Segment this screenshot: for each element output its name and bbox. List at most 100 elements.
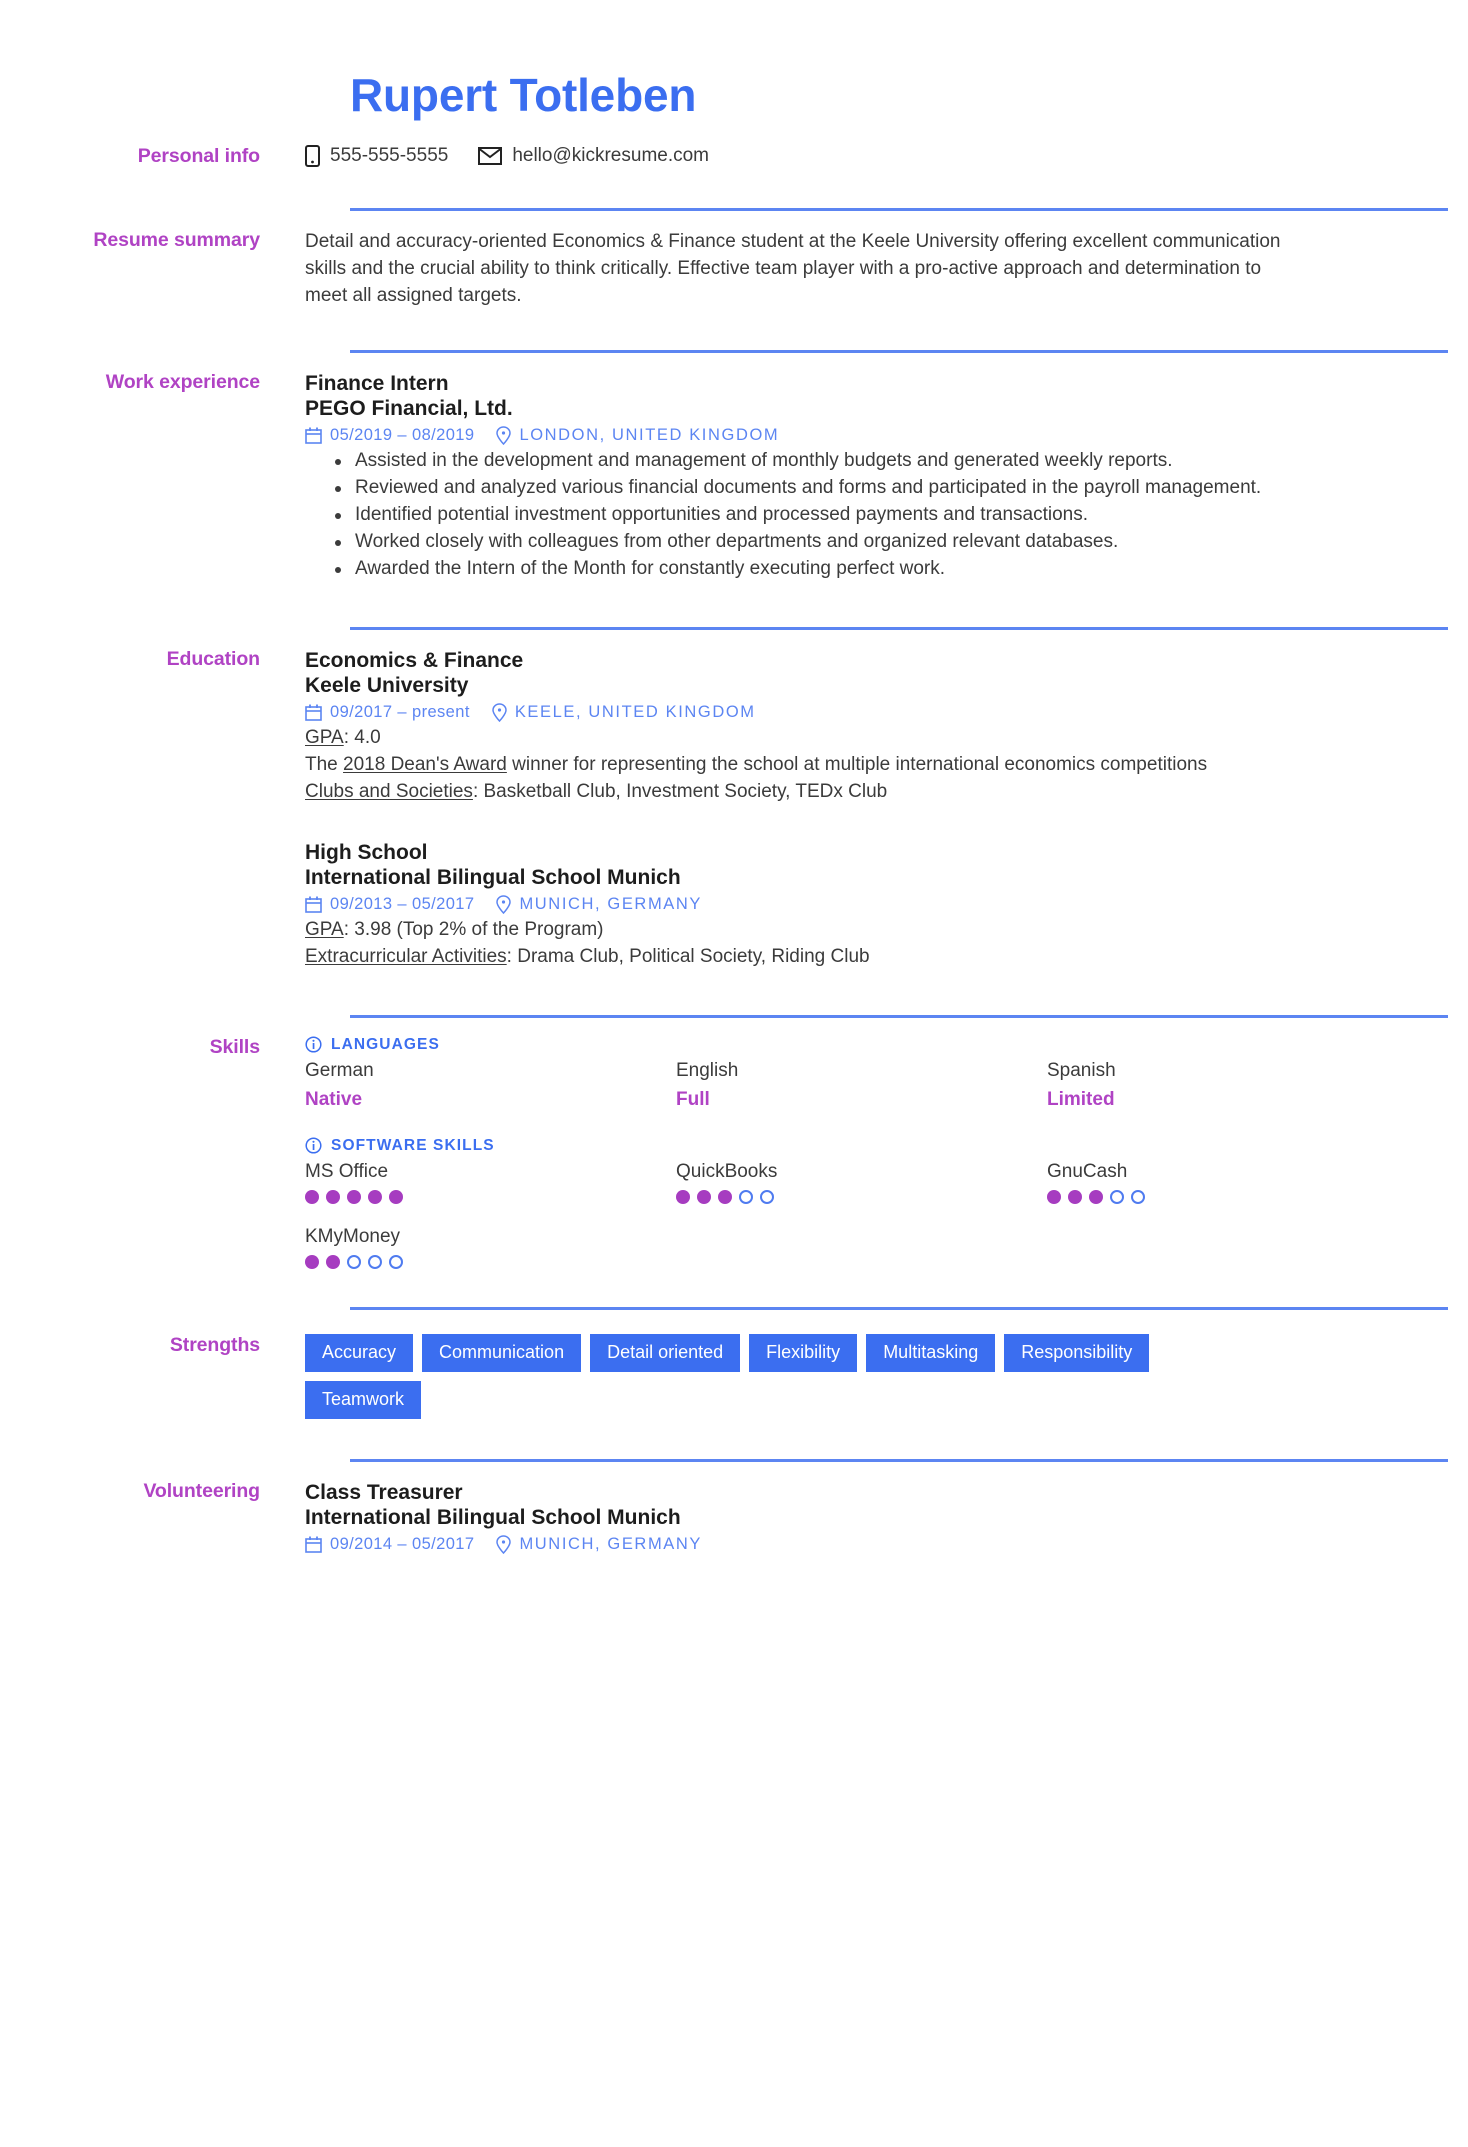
calendar-icon <box>305 427 322 444</box>
email-contact[interactable]: hello@kickresume.com <box>478 145 709 167</box>
section-label-personal-info: Personal info <box>137 144 260 167</box>
section-work-experience: Work experience Finance Intern PEGO Fina… <box>0 371 1468 587</box>
strength-tag[interactable]: Communication <box>422 1333 582 1372</box>
info-icon[interactable] <box>305 1036 322 1053</box>
extracurricular-label: Extracurricular Activities <box>305 945 507 967</box>
software-skill-item: GnuCash <box>1047 1161 1418 1204</box>
clubs-line: Clubs and Societies: Basketball Club, In… <box>305 779 1418 806</box>
volunteer-location: MUNICH, GERMANY <box>519 1535 703 1554</box>
gpa-label: GPA <box>305 918 344 940</box>
gpa-value: : 3.98 (Top 2% of the Program) <box>343 918 604 940</box>
section-volunteering: Volunteering Class Treasurer Internation… <box>0 1480 1468 1558</box>
education-location: MUNICH, GERMANY <box>519 894 703 913</box>
software-skill-item: QuickBooks <box>676 1161 1047 1204</box>
location-pin-icon <box>492 703 507 722</box>
rating-dot-empty <box>368 1254 382 1269</box>
degree-title: High School <box>305 840 428 864</box>
language-item: English Full <box>676 1060 1047 1111</box>
work-date-range: 05/2019 – 08/2019 <box>330 425 475 444</box>
education-location: KEELE, UNITED KINGDOM <box>514 702 756 721</box>
resume-page: Rupert Totleben Personal info 555-555-55… <box>0 70 1468 2147</box>
volunteering-meta: 09/2014 – 05/2017 MUNICH, GERMANY <box>305 1535 1418 1555</box>
envelope-icon <box>478 146 503 165</box>
phone-icon <box>305 144 320 167</box>
rating-dot-empty <box>389 1254 403 1269</box>
school-name: Keele University <box>305 674 469 698</box>
clubs-label: Clubs and Societies <box>305 780 473 802</box>
language-name: German <box>305 1059 374 1081</box>
rating-dot-filled <box>697 1189 711 1204</box>
award-line: The 2018 Dean's Award winner for represe… <box>305 752 1418 779</box>
award-prefix: The <box>305 753 344 775</box>
contact-row: 555-555-5555 hello@kickresume.com <box>305 144 1418 167</box>
section-personal-info: Personal info 555-555-5555 hello@kickres… <box>0 144 1468 168</box>
languages-heading: LANGUAGES <box>305 1036 1418 1054</box>
volunteer-org: International Bilingual School Munich <box>305 1506 681 1530</box>
section-label-volunteering: Volunteering <box>143 1479 260 1502</box>
phone-contact[interactable]: 555-555-5555 <box>305 144 449 167</box>
rating-dot-filled <box>718 1189 732 1204</box>
resume-summary-text: Detail and accuracy-oriented Economics &… <box>305 230 1281 306</box>
software-skill-name: QuickBooks <box>676 1160 778 1182</box>
strength-tag[interactable]: Accuracy <box>305 1333 414 1372</box>
rating-dots <box>676 1189 1047 1204</box>
strength-tag[interactable]: Detail oriented <box>590 1333 741 1372</box>
company-name: PEGO Financial, Ltd. <box>305 397 513 421</box>
volunteer-role: Class Treasurer <box>305 1480 463 1504</box>
software-skills-grid: MS Office QuickBooks GnuCash KMyMoney <box>305 1161 1418 1269</box>
strength-tag[interactable]: Responsibility <box>1004 1333 1150 1372</box>
calendar-icon <box>305 704 322 721</box>
school-name: International Bilingual School Munich <box>305 866 681 890</box>
software-skill-item: KMyMoney <box>305 1226 676 1269</box>
phone-number: 555-555-5555 <box>330 144 449 166</box>
strength-tag[interactable]: Flexibility <box>749 1333 858 1372</box>
work-location: LONDON, UNITED KINGDOM <box>519 425 780 444</box>
languages-heading-label: LANGUAGES <box>331 1035 440 1053</box>
location-pin-icon <box>496 895 512 914</box>
extracurricular-value: : Drama Club, Political Society, Riding … <box>506 945 870 967</box>
rating-dot-empty <box>739 1189 753 1204</box>
strength-tag[interactable]: Teamwork <box>305 1380 422 1419</box>
software-skill-name: KMyMoney <box>305 1225 401 1247</box>
education-entry: High School International Bilingual Scho… <box>305 840 1418 971</box>
info-icon[interactable] <box>305 1137 322 1154</box>
education-meta: 09/2017 – present KEELE, UNITED KINGDOM <box>305 703 1418 722</box>
clubs-value: : Basketball Club, Investment Society, T… <box>472 780 888 802</box>
award-suffix: winner for representing the school at mu… <box>506 753 1208 775</box>
rating-dot-filled <box>347 1189 361 1204</box>
rating-dot-filled <box>305 1189 319 1204</box>
rating-dot-empty <box>760 1189 774 1204</box>
rating-dot-filled <box>326 1189 340 1204</box>
rating-dot-filled <box>326 1254 340 1269</box>
section-label-strengths: Strengths <box>169 1333 260 1356</box>
section-label-work-experience: Work experience <box>105 370 260 393</box>
rating-dot-filled <box>676 1189 690 1204</box>
section-strengths: Strengths Accuracy Communication Detail … <box>0 1333 1468 1419</box>
section-label-resume-summary: Resume summary <box>93 228 260 251</box>
rating-dots <box>305 1254 676 1269</box>
list-item: Identified potential investment opportun… <box>335 502 1418 529</box>
languages-grid: German Native English Full Spanish Limit… <box>305 1060 1418 1111</box>
education-date-range: 09/2017 – present <box>330 702 470 721</box>
email-address: hello@kickresume.com <box>512 144 710 166</box>
rating-dot-empty <box>347 1254 361 1269</box>
list-item: Reviewed and analyzed various financial … <box>335 475 1418 502</box>
rating-dots <box>1047 1189 1418 1204</box>
calendar-icon <box>305 1536 322 1553</box>
language-level: Limited <box>1047 1088 1115 1110</box>
language-level: Native <box>305 1088 363 1110</box>
education-date-range: 09/2013 – 05/2017 <box>330 894 475 913</box>
language-item: Spanish Limited <box>1047 1060 1418 1111</box>
list-item: Assisted in the development and manageme… <box>335 448 1418 475</box>
work-meta: 05/2019 – 08/2019 LONDON, UNITED KINGDOM <box>305 426 1418 445</box>
strength-tag[interactable]: Multitasking <box>866 1333 996 1372</box>
rating-dot-empty <box>1110 1189 1124 1204</box>
section-skills: Skills LANGUAGES German Native English F… <box>0 1036 1468 1295</box>
list-item: Worked closely with colleagues from othe… <box>335 529 1418 556</box>
work-entry: Finance Intern PEGO Financial, Ltd. 05/2… <box>305 371 1418 583</box>
volunteer-date-range: 09/2014 – 05/2017 <box>330 1535 475 1554</box>
gpa-line: GPA: 3.98 (Top 2% of the Program) <box>305 917 1418 944</box>
rating-dot-empty <box>1131 1189 1145 1204</box>
award-link[interactable]: 2018 Dean's Award <box>343 754 507 775</box>
section-label-skills: Skills <box>209 1035 260 1058</box>
